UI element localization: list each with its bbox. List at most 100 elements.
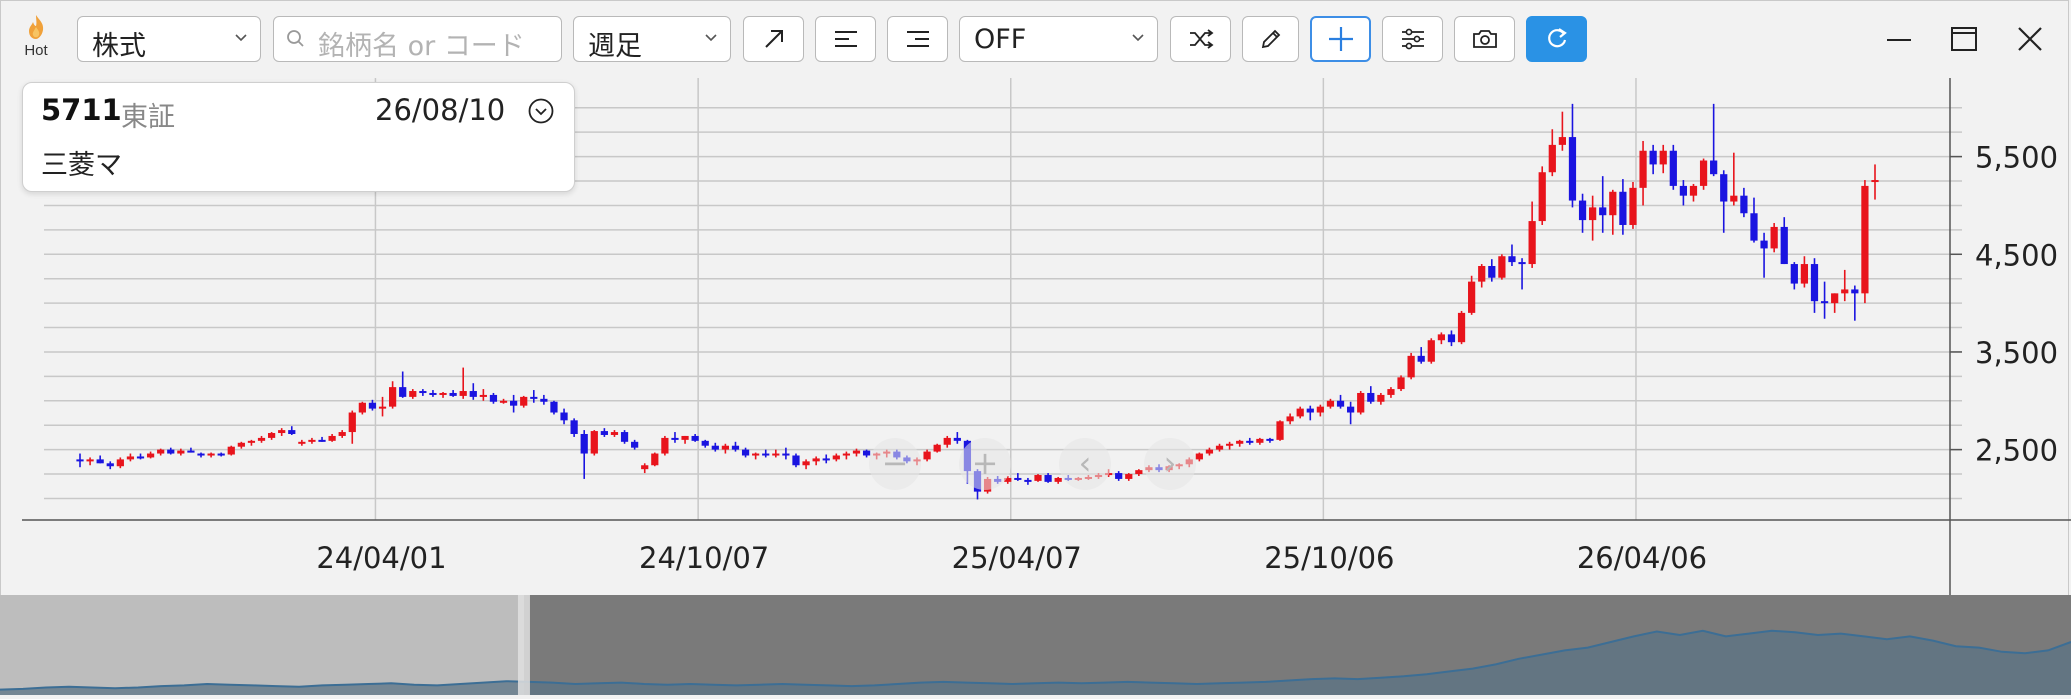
candle	[378, 396, 387, 417]
candle	[822, 454, 830, 464]
candle	[308, 437, 316, 444]
candle	[1236, 439, 1244, 447]
candle-body	[1740, 195, 1748, 214]
candle-body	[1447, 334, 1456, 343]
navigator-overview[interactable]	[0, 595, 2071, 695]
align-left-button[interactable]	[815, 16, 876, 62]
candle-body	[409, 391, 417, 397]
candle	[1841, 269, 1849, 302]
candle	[1528, 201, 1536, 268]
indicator-select-value: OFF	[974, 24, 1027, 55]
trend-line-button[interactable]	[743, 16, 804, 62]
maximize-icon[interactable]	[1947, 22, 1981, 56]
candle-body	[1780, 226, 1788, 265]
candle	[1286, 413, 1294, 425]
candle	[328, 434, 336, 442]
candle	[620, 430, 629, 444]
candle	[1498, 254, 1506, 280]
candle-body	[136, 456, 145, 459]
crosshair-button[interactable]	[1310, 16, 1371, 62]
candle	[1780, 217, 1788, 265]
candle-body	[469, 391, 477, 397]
candle	[1407, 352, 1415, 380]
candle	[247, 439, 256, 446]
candle	[1649, 144, 1657, 175]
candle-body	[550, 401, 558, 413]
indicator-select[interactable]: OFF	[959, 16, 1158, 62]
period-select-value: 週足	[588, 31, 642, 62]
candle	[671, 432, 679, 443]
candle-body	[1841, 289, 1849, 294]
candle-body	[1609, 191, 1617, 216]
flame-icon	[29, 15, 44, 39]
settings-button[interactable]	[1382, 16, 1443, 62]
candle	[267, 432, 276, 440]
candle	[1115, 471, 1123, 481]
candle-body	[328, 435, 336, 441]
pencil-button[interactable]	[1242, 16, 1299, 62]
candle-body	[641, 465, 649, 470]
x-tick-label: 26/04/06	[1577, 541, 1707, 575]
candle-body	[530, 396, 538, 399]
candle	[1710, 103, 1718, 177]
candle-body	[772, 453, 780, 456]
candle-body	[1225, 443, 1234, 446]
chevron-down-icon	[235, 34, 247, 42]
candle	[1800, 256, 1809, 288]
candle	[631, 439, 639, 450]
candle-body	[1468, 281, 1476, 313]
candle-body	[429, 392, 437, 395]
shuffle-button[interactable]	[1170, 16, 1231, 62]
market-select[interactable]: 株式	[77, 16, 261, 62]
expand-icon[interactable]	[527, 97, 555, 125]
candle	[1397, 375, 1405, 392]
candle	[1225, 441, 1234, 450]
candle-body	[812, 458, 820, 462]
candle-body	[711, 445, 719, 450]
candle-body	[1760, 240, 1768, 249]
close-icon[interactable]	[2013, 22, 2047, 56]
search-input[interactable]: 銘柄名 or コード	[273, 16, 562, 62]
candle	[570, 418, 578, 437]
candle	[1377, 392, 1385, 405]
candle	[1478, 264, 1486, 288]
candle-body	[1558, 137, 1566, 145]
refresh-button[interactable]	[1526, 16, 1587, 62]
candle-body	[1770, 226, 1778, 249]
candle-body	[1276, 421, 1284, 440]
candle-body	[1347, 406, 1355, 413]
range-navigator[interactable]	[0, 595, 2071, 695]
candle	[1699, 158, 1708, 190]
candle	[1347, 401, 1355, 425]
candle	[1589, 195, 1597, 241]
candle-body	[358, 402, 366, 413]
candle-body	[288, 430, 296, 434]
align-right-icon	[906, 31, 929, 47]
candle-body	[1397, 377, 1405, 390]
candle-body	[1790, 264, 1798, 284]
candle-body	[1195, 453, 1203, 460]
candle-body	[631, 441, 639, 448]
candle-body	[217, 453, 225, 456]
align-right-button[interactable]	[887, 16, 948, 62]
candle-body	[1367, 392, 1375, 402]
candle	[812, 456, 820, 466]
candle-body	[1296, 408, 1304, 417]
zoom-control-glyph: −	[882, 444, 909, 482]
candle	[136, 453, 145, 460]
candle-body	[782, 453, 790, 456]
candle-body	[852, 450, 861, 454]
candle-body	[1316, 406, 1324, 413]
candle-body	[1427, 340, 1435, 362]
period-select[interactable]: 週足	[573, 16, 731, 62]
candle	[1730, 152, 1738, 206]
minimize-icon[interactable]	[1882, 22, 1916, 56]
hot-button[interactable]: Hot	[14, 14, 58, 66]
candle-body	[701, 440, 709, 446]
candle-body	[1861, 185, 1869, 294]
candle	[106, 461, 114, 470]
screenshot-button[interactable]	[1454, 16, 1515, 62]
candle-body	[1689, 185, 1698, 196]
candle	[1357, 391, 1365, 415]
candle-body	[933, 444, 941, 452]
